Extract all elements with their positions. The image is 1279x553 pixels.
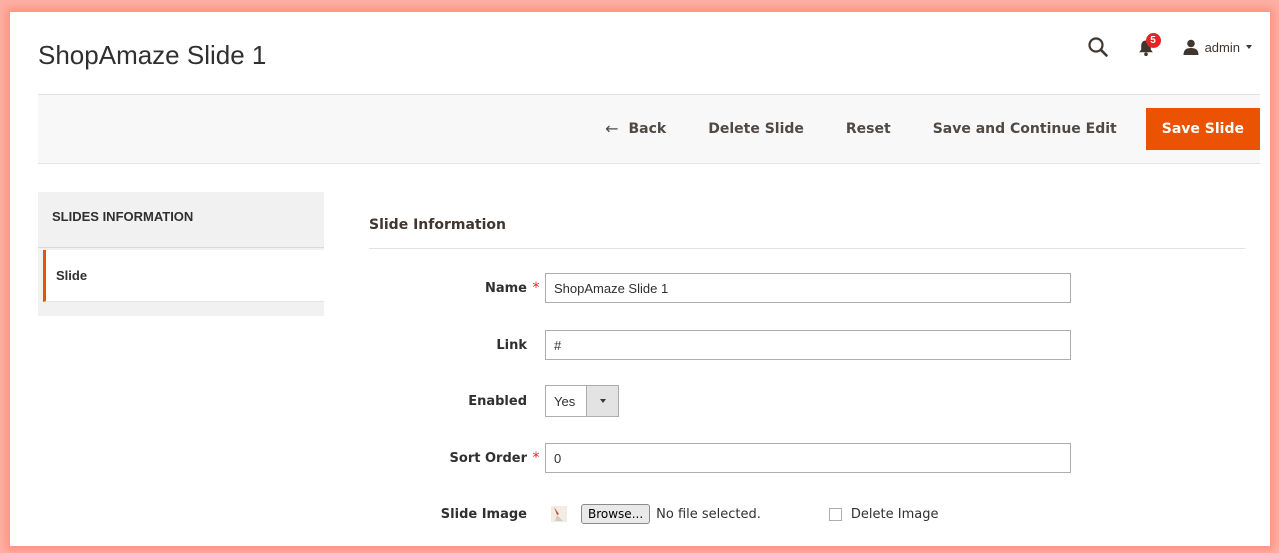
save-and-continue-button[interactable]: Save and Continue Edit: [912, 108, 1138, 150]
sidebar-tabs: SLIDES INFORMATION Slide: [38, 192, 324, 316]
name-input[interactable]: [545, 273, 1071, 303]
required-marker: *: [532, 280, 540, 296]
enabled-row: Enabled Yes: [369, 385, 1245, 417]
select-toggle: [586, 386, 618, 416]
name-label: Name: [484, 280, 527, 296]
user-menu[interactable]: admin: [1183, 39, 1252, 55]
enabled-select-value: Yes: [554, 393, 576, 409]
link-row: Link: [369, 329, 1245, 361]
link-input[interactable]: [545, 330, 1071, 360]
slide-image-label: Slide Image: [440, 506, 527, 522]
image-thumbnail-icon: [551, 506, 567, 522]
sort-order-input[interactable]: [545, 443, 1071, 473]
save-slide-button[interactable]: Save Slide: [1145, 108, 1260, 150]
sidebar-heading: SLIDES INFORMATION: [38, 192, 324, 248]
delete-slide-button[interactable]: Delete Slide: [687, 108, 825, 150]
slide-image-row: Slide Image Browse... No file selected. …: [369, 498, 1245, 530]
enabled-label: Enabled: [468, 393, 527, 409]
chevron-down-icon: [599, 399, 606, 403]
section-title: Slide Information: [369, 217, 1245, 249]
file-status: No file selected.: [656, 506, 761, 522]
browse-button[interactable]: Browse...: [581, 504, 651, 524]
page-frame: ShopAmaze Slide 1 5 admin ← Back Delete …: [10, 12, 1270, 546]
search-icon[interactable]: [1087, 36, 1109, 58]
name-row: Name *: [369, 272, 1245, 304]
required-marker: *: [532, 450, 540, 466]
back-label: Back: [628, 121, 667, 137]
sort-order-row: Sort Order *: [369, 442, 1245, 474]
user-icon: [1183, 39, 1199, 55]
page-title: ShopAmaze Slide 1: [38, 40, 267, 70]
user-name: admin: [1204, 39, 1240, 55]
sort-order-label: Sort Order: [449, 450, 527, 466]
header-actions: 5 admin: [1087, 33, 1252, 58]
chevron-down-icon: [1246, 45, 1252, 49]
notification-count-badge: 5: [1145, 33, 1161, 48]
page-actions-bar: ← Back Delete Slide Reset Save and Conti…: [38, 94, 1260, 164]
arrow-left-icon: ←: [605, 119, 619, 138]
reset-button[interactable]: Reset: [825, 108, 912, 150]
delete-image-checkbox[interactable]: [828, 507, 842, 521]
back-button[interactable]: ← Back: [584, 108, 687, 150]
notifications-button[interactable]: 5: [1137, 33, 1161, 58]
slide-form: Slide Information Name * Link Enabled Ye…: [369, 217, 1245, 524]
page-actions: ← Back Delete Slide Reset Save and Conti…: [584, 108, 1260, 150]
link-label: Link: [496, 337, 527, 353]
delete-image-label[interactable]: Delete Image: [851, 507, 939, 522]
sidebar-item-slide[interactable]: Slide: [43, 250, 324, 302]
enabled-select[interactable]: Yes: [545, 385, 619, 417]
